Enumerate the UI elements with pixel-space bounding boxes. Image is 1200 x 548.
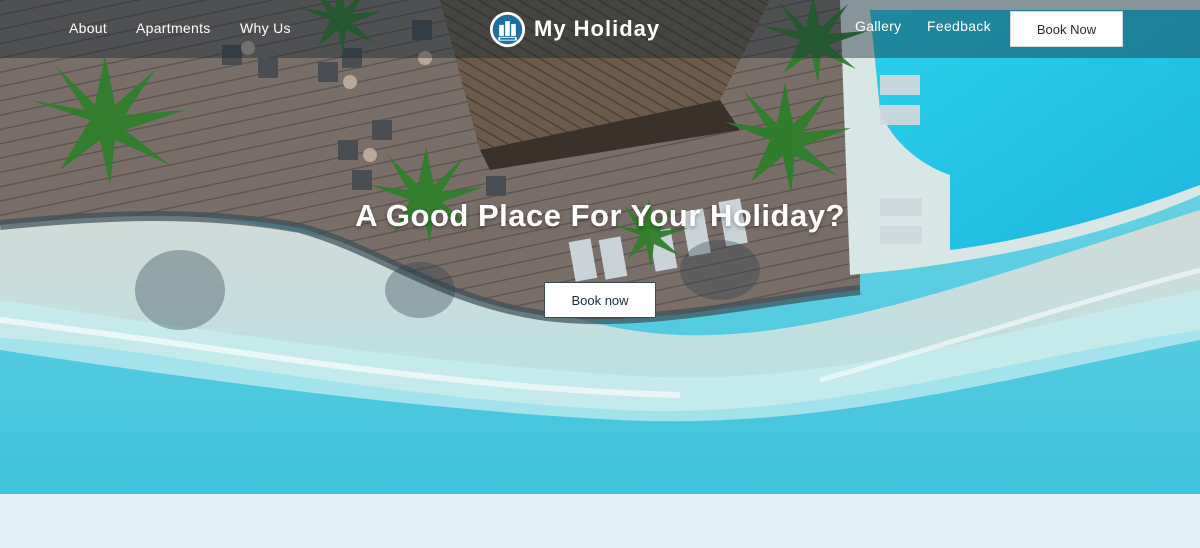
hero-title: A Good Place For Your Holiday? xyxy=(355,198,845,233)
nav-book-now-button[interactable]: Book Now xyxy=(1010,11,1123,47)
nav-link-apartments[interactable]: Apartments xyxy=(136,20,211,36)
hotel-badge-icon xyxy=(489,11,526,47)
nav-link-feedback[interactable]: Feedback xyxy=(927,18,991,34)
next-section xyxy=(0,494,1200,548)
top-navbar: About Apartments Why Us My Holiday Galle… xyxy=(0,0,1200,58)
hero-section: About Apartments Why Us My Holiday Galle… xyxy=(0,0,1200,494)
hero-background-image xyxy=(0,0,1200,494)
nav-link-gallery[interactable]: Gallery xyxy=(855,18,901,34)
brand[interactable]: My Holiday xyxy=(489,9,660,49)
nav-link-about[interactable]: About xyxy=(69,20,107,36)
brand-name: My Holiday xyxy=(534,16,661,41)
nav-link-why-us[interactable]: Why Us xyxy=(240,20,291,36)
hero-book-now-button[interactable]: Book now xyxy=(544,282,656,318)
